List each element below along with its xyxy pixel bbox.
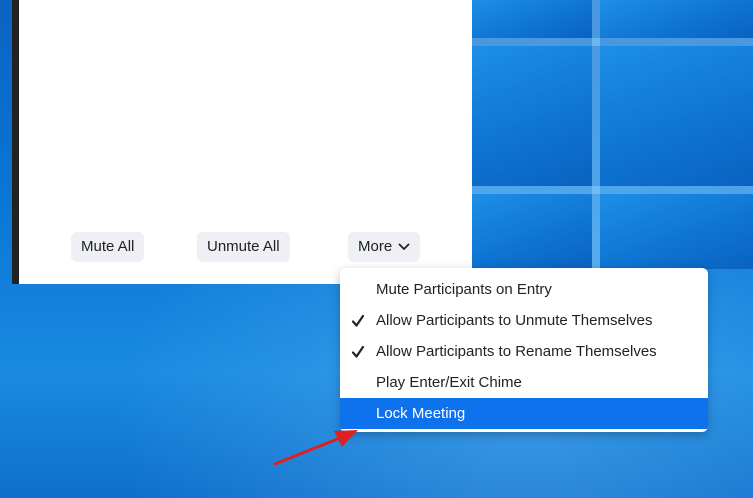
- more-button-label: More: [358, 238, 393, 255]
- wallpaper-pane: [600, 194, 753, 269]
- wallpaper-pane: [472, 0, 592, 38]
- wallpaper-divider: [472, 38, 753, 46]
- participants-panel: Mute All Unmute All More: [12, 0, 472, 284]
- menu-item-allow-unmute[interactable]: Allow Participants to Unmute Themselves: [340, 305, 708, 336]
- wallpaper-pane: [600, 0, 753, 38]
- checkmark-icon: [348, 305, 368, 336]
- wallpaper-pane: [600, 46, 753, 186]
- chevron-down-icon: [398, 243, 410, 251]
- wallpaper-pane: [472, 194, 592, 269]
- checkmark-icon: [348, 336, 368, 367]
- wallpaper-divider: [472, 186, 753, 194]
- unmute-all-button[interactable]: Unmute All: [197, 232, 290, 262]
- menu-item-label: Allow Participants to Unmute Themselves: [376, 312, 653, 329]
- menu-item-label: Play Enter/Exit Chime: [376, 374, 522, 391]
- menu-item-lock-meeting[interactable]: Lock Meeting: [340, 398, 708, 429]
- menu-item-mute-participants-on-entry[interactable]: Mute Participants on Entry: [340, 274, 708, 305]
- more-button[interactable]: More: [348, 232, 421, 262]
- menu-item-label: Lock Meeting: [376, 405, 466, 422]
- wallpaper-pane: [472, 46, 592, 186]
- menu-item-play-chime[interactable]: Play Enter/Exit Chime: [340, 367, 708, 398]
- wallpaper-divider: [592, 0, 600, 270]
- more-options-menu: Mute Participants on Entry Allow Partici…: [340, 268, 708, 432]
- mute-all-button[interactable]: Mute All: [71, 232, 145, 262]
- menu-item-label: Mute Participants on Entry: [376, 281, 552, 298]
- menu-item-allow-rename[interactable]: Allow Participants to Rename Themselves: [340, 336, 708, 367]
- menu-item-label: Allow Participants to Rename Themselves: [376, 343, 657, 360]
